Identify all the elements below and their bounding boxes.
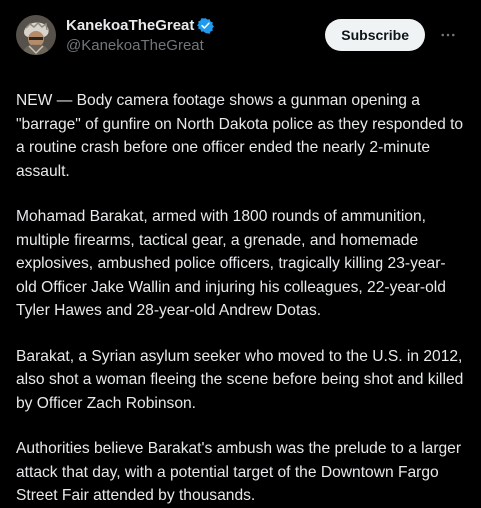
avatar[interactable]: [16, 15, 56, 55]
name-row: KanekoaTheGreat: [66, 16, 215, 35]
more-options-icon[interactable]: [431, 18, 465, 52]
tweet-paragraph: Authorities believe Barakat's ambush was…: [16, 440, 462, 504]
subscribe-button[interactable]: Subscribe: [325, 19, 425, 51]
display-name[interactable]: KanekoaTheGreat: [66, 16, 194, 35]
tweet-paragraph: NEW — Body camera footage shows a gunman…: [16, 92, 464, 180]
user-handle[interactable]: @KanekoaTheGreat: [66, 36, 214, 56]
tweet-text: NEW — Body camera footage shows a gunman…: [16, 89, 465, 508]
tweet-paragraph: Mohamad Barakat, armed with 1800 rounds …: [16, 208, 446, 319]
avatar-image: [16, 15, 56, 55]
tweet-header: KanekoaTheGreat @KanekoaTheGreat Subscri…: [16, 14, 465, 62]
verified-badge-icon[interactable]: [197, 17, 215, 34]
tweet-paragraph: Barakat, a Syrian asylum seeker who move…: [16, 347, 464, 412]
user-info: KanekoaTheGreat @KanekoaTheGreat: [66, 16, 215, 56]
tweet: KanekoaTheGreat @KanekoaTheGreat Subscri…: [0, 0, 481, 504]
